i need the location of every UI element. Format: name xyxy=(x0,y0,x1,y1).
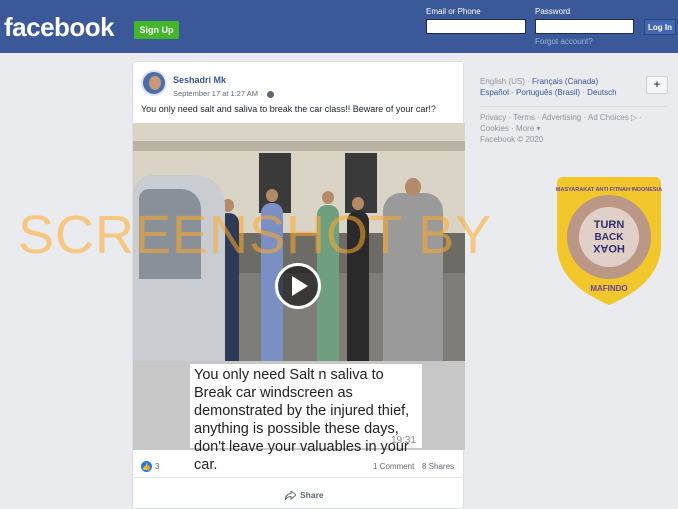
mafindo-seal-logo: TURN BACK HOAX MASYARAKAT ANTI FITNAH IN… xyxy=(556,177,662,305)
like-count[interactable]: 3 xyxy=(155,462,159,471)
language-list: English (US) · Français (Canada) Español… xyxy=(480,77,617,97)
password-field[interactable] xyxy=(535,19,634,34)
car-image xyxy=(133,175,225,361)
post-stats: 👍 3 1 Comment 8 Shares xyxy=(133,456,465,478)
svg-text:TURN: TURN xyxy=(594,219,625,231)
share-button[interactable]: Share xyxy=(285,490,324,500)
comment-count[interactable]: 1 Comment xyxy=(373,462,414,471)
avatar[interactable] xyxy=(141,70,167,96)
login-button[interactable]: Log In xyxy=(644,19,676,35)
footer-link[interactable]: Advertising xyxy=(542,113,582,122)
svg-text:BACK: BACK xyxy=(595,232,625,243)
language-link[interactable]: Português (Brasil) xyxy=(516,88,580,97)
svg-text:HOAX: HOAX xyxy=(592,242,624,254)
svg-text:MASYARAKAT ANTI FITNAH INDONES: MASYARAKAT ANTI FITNAH INDONESIA xyxy=(556,187,662,193)
share-icon xyxy=(285,490,296,500)
footer-link[interactable]: More xyxy=(516,124,534,133)
copyright: Facebook © 2020 xyxy=(480,135,544,144)
timestamp-text[interactable]: September 17 at 1:27 AM · xyxy=(173,89,265,98)
post-card: Seshadri Mk September 17 at 1:27 AM · Yo… xyxy=(132,61,465,509)
footer-link[interactable]: Ad Choices xyxy=(588,113,629,122)
top-bar: facebook Sign Up Email or Phone Password… xyxy=(0,0,678,53)
post-text: You only need salt and saliva to break t… xyxy=(141,104,436,114)
more-languages-button[interactable]: + xyxy=(646,76,668,94)
screenshot-watermark: SCREENSHOT BY xyxy=(18,205,493,265)
share-label: Share xyxy=(300,490,324,500)
language-link[interactable]: Deutsch xyxy=(587,88,616,97)
email-label: Email or Phone xyxy=(426,7,481,16)
footer-link[interactable]: Privacy xyxy=(480,113,506,122)
language-current: English (US) xyxy=(480,77,525,86)
language-link[interactable]: Français (Canada) xyxy=(532,77,598,86)
footer-link[interactable]: Cookies xyxy=(480,124,509,133)
footer-links: Privacy · Terms · Advertising · Ad Choic… xyxy=(480,113,643,133)
play-button[interactable] xyxy=(275,263,321,309)
signup-button[interactable]: Sign Up xyxy=(134,21,179,39)
footer-link[interactable]: Terms xyxy=(513,113,535,122)
email-field[interactable] xyxy=(426,19,526,34)
post-author[interactable]: Seshadri Mk xyxy=(173,75,226,85)
video-caption-area: You only need Salt n saliva to Break car… xyxy=(133,361,465,473)
video-time: 19:31 xyxy=(390,435,416,446)
divider xyxy=(480,106,668,107)
like-icon[interactable]: 👍 xyxy=(141,461,152,472)
facebook-logo[interactable]: facebook xyxy=(4,12,115,43)
play-icon xyxy=(292,276,308,296)
post-timestamp[interactable]: September 17 at 1:27 AM · xyxy=(173,89,274,98)
forgot-account-link[interactable]: Forgot account? xyxy=(535,37,593,46)
share-count[interactable]: 8 Shares xyxy=(422,462,454,471)
password-label: Password xyxy=(535,7,571,16)
language-link[interactable]: Español xyxy=(480,88,509,97)
globe-icon xyxy=(266,90,274,98)
video-caption-box: You only need Salt n saliva to Break car… xyxy=(190,364,422,473)
svg-text:MAFINDO: MAFINDO xyxy=(590,284,627,293)
